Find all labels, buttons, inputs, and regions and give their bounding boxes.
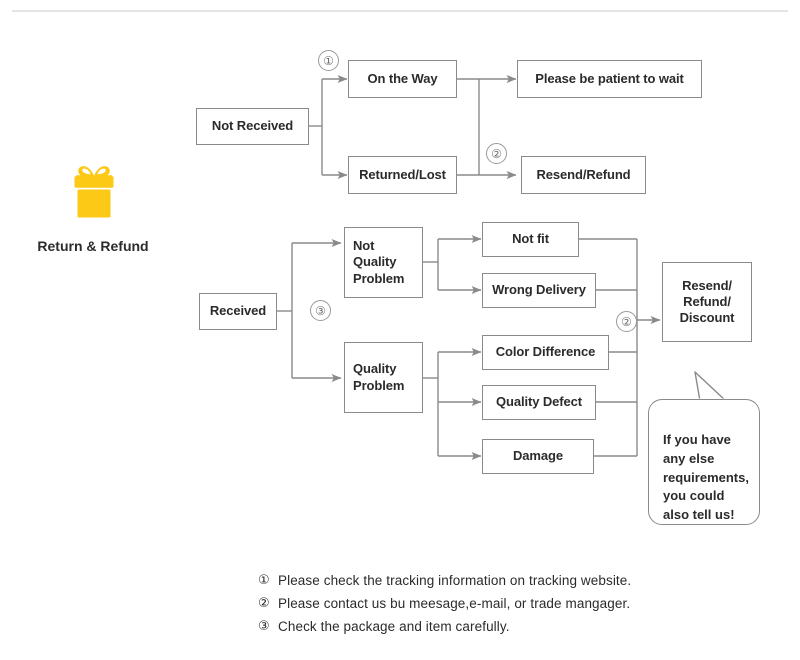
node-damage-label: Damage xyxy=(513,448,563,464)
node-resend-refund-discount-label: Resend/ Refund/ Discount xyxy=(679,277,735,326)
note-text: Check the package and item carefully. xyxy=(278,619,510,634)
node-wrong-delivery-label: Wrong Delivery xyxy=(492,282,586,298)
callout-bubble[interactable]: If you have any else requirements, you c… xyxy=(648,399,760,525)
node-quality-defect[interactable]: Quality Defect xyxy=(482,385,596,420)
node-resend-refund-label: Resend/Refund xyxy=(536,166,631,182)
node-not-quality-problem-label: Not Quality Problem xyxy=(353,238,405,286)
node-not-fit[interactable]: Not fit xyxy=(482,222,579,257)
node-returned-lost-label: Returned/Lost xyxy=(359,166,446,182)
node-resend-refund-discount[interactable]: Resend/ Refund/ Discount xyxy=(662,262,752,342)
node-not-received-label: Not Received xyxy=(211,118,294,134)
node-received-label: Received xyxy=(209,303,267,319)
marker-three: ③ xyxy=(310,300,331,321)
node-please-be-patient[interactable]: Please be patient to wait xyxy=(517,60,702,98)
node-resend-refund[interactable]: Resend/Refund xyxy=(521,156,646,194)
note-number: ① xyxy=(258,573,270,588)
node-returned-lost[interactable]: Returned/Lost xyxy=(348,156,457,194)
node-color-difference[interactable]: Color Difference xyxy=(482,335,609,370)
node-on-the-way-label: On the Way xyxy=(367,70,438,86)
note-item: ① Please check the tracking information … xyxy=(258,573,631,588)
callout-tail xyxy=(694,371,727,402)
node-received[interactable]: Received xyxy=(199,293,277,330)
note-item: ③ Check the package and item carefully. xyxy=(258,619,631,634)
node-quality-defect-label: Quality Defect xyxy=(495,394,582,410)
diagram-canvas: Return & Refund Not Received On the Way … xyxy=(0,0,800,660)
note-number: ③ xyxy=(258,619,270,634)
node-please-be-patient-label: Please be patient to wait xyxy=(535,70,684,86)
note-text: Please contact us bu meesage,e-mail, or … xyxy=(278,596,631,611)
gift-box-icon xyxy=(74,166,114,218)
brand-label: Return & Refund xyxy=(37,238,149,254)
node-not-fit-label: Not fit xyxy=(512,231,549,247)
marker-two-bottom: ② xyxy=(616,311,637,332)
node-not-received[interactable]: Not Received xyxy=(196,108,309,145)
notes-list: ① Please check the tracking information … xyxy=(258,573,631,642)
node-quality-problem[interactable]: Quality Problem xyxy=(344,342,423,413)
node-color-difference-label: Color Difference xyxy=(495,344,596,360)
node-not-quality-problem[interactable]: Not Quality Problem xyxy=(344,227,423,298)
node-wrong-delivery[interactable]: Wrong Delivery xyxy=(482,273,596,308)
node-on-the-way[interactable]: On the Way xyxy=(348,60,457,98)
callout-text: If you have any else requirements, you c… xyxy=(663,431,749,523)
marker-one-top: ① xyxy=(318,50,339,71)
node-damage[interactable]: Damage xyxy=(482,439,594,474)
marker-two-top: ② xyxy=(486,143,507,164)
note-item: ② Please contact us bu meesage,e-mail, o… xyxy=(258,596,631,611)
note-text: Please check the tracking information on… xyxy=(278,573,632,588)
note-number: ② xyxy=(258,596,270,611)
node-quality-problem-label: Quality Problem xyxy=(353,361,405,393)
